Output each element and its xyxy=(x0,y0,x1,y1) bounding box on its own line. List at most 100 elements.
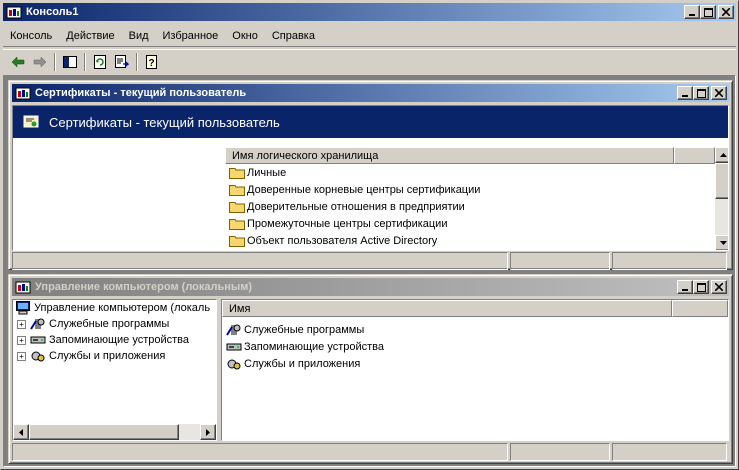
list-item[interactable]: Личные xyxy=(225,164,715,181)
list-item-label: Доверенные корневые центры сертификации xyxy=(247,183,481,196)
toolbar-separator xyxy=(136,52,138,71)
folder-icon xyxy=(229,183,245,197)
list-item-label: Личные xyxy=(247,166,287,179)
tree-item-system-tools[interactable]: + Служебные программы xyxy=(13,316,216,332)
list-item[interactable]: Доверенные корневые центры сертификации xyxy=(225,181,715,198)
cert-close-button[interactable] xyxy=(711,86,727,100)
certificate-icon xyxy=(23,114,39,130)
scroll-left-button[interactable] xyxy=(13,424,29,440)
list-item[interactable]: Запоминающие устройства xyxy=(222,338,728,355)
toolbar-separator xyxy=(54,52,56,71)
minimize-button[interactable] xyxy=(684,5,700,19)
scroll-thumb[interactable] xyxy=(715,163,728,199)
cert-window-title-bar[interactable]: Сертификаты - текущий пользователь xyxy=(12,84,729,102)
column-header-store-name[interactable]: Имя логического хранилища xyxy=(225,147,674,164)
menu-action[interactable]: Действие xyxy=(59,30,121,42)
export-list-icon xyxy=(115,54,129,68)
toolbar-separator xyxy=(84,52,86,71)
horizontal-scrollbar[interactable] xyxy=(13,424,216,440)
column-header-label: Имя логического хранилища xyxy=(232,149,379,162)
tree-root-node[interactable]: Управление компьютером (локаль xyxy=(13,300,216,316)
list-item[interactable]: Служебные программы xyxy=(222,321,728,338)
comp-window-title: Управление компьютером (локальным) xyxy=(35,281,253,293)
cert-status-bar xyxy=(12,252,729,270)
expand-plus-icon[interactable]: + xyxy=(17,319,26,329)
forward-arrow-icon xyxy=(33,55,47,68)
comp-window-title-bar[interactable]: Управление компьютером (локальным) xyxy=(12,278,729,296)
column-header-extra[interactable] xyxy=(672,300,728,317)
column-header-extra[interactable] xyxy=(674,147,715,164)
help-button[interactable]: ? xyxy=(141,52,163,72)
menu-view[interactable]: Вид xyxy=(122,30,156,42)
main-window-title: Консоль1 xyxy=(26,6,79,18)
menu-window[interactable]: Окно xyxy=(225,30,265,42)
comp-close-button[interactable] xyxy=(711,280,727,294)
scroll-up-button[interactable] xyxy=(715,147,728,163)
cert-window-title: Сертификаты - текущий пользователь xyxy=(35,87,247,99)
menu-bar: Консоль Действие Вид Избранное Окно Спра… xyxy=(3,25,736,47)
tree-item-label: Служебные программы xyxy=(49,318,170,330)
services-icon xyxy=(226,357,242,371)
export-list-button[interactable] xyxy=(111,52,133,72)
folder-icon xyxy=(229,234,245,248)
help-icon: ? xyxy=(146,54,157,69)
system-tools-icon xyxy=(226,323,242,337)
column-header-label: Имя xyxy=(229,302,251,315)
vertical-scrollbar[interactable] xyxy=(715,147,728,250)
cert-content-area: Сертификаты - текущий пользователь Имя л… xyxy=(12,105,729,251)
list-item-label: Промежуточные центры сертификации xyxy=(247,217,448,230)
list-item[interactable]: Службы и приложения xyxy=(222,355,728,372)
comp-status-bar xyxy=(12,443,729,461)
scroll-right-button[interactable] xyxy=(200,424,216,440)
scroll-down-button[interactable] xyxy=(715,235,728,250)
tree-root-label: Управление компьютером (локаль xyxy=(34,302,211,314)
cert-snapin-header: Сертификаты - текущий пользователь xyxy=(13,106,728,138)
services-icon xyxy=(30,349,46,363)
menu-console[interactable]: Консоль xyxy=(3,30,59,42)
scroll-thumb[interactable] xyxy=(29,424,179,440)
column-header-name[interactable]: Имя xyxy=(222,300,672,317)
list-item-label: Доверительные отношения в предприятии xyxy=(247,200,465,213)
status-panel xyxy=(12,443,508,461)
arrow-right-icon xyxy=(206,428,210,436)
status-panel xyxy=(12,252,508,270)
tree-item-label: Службы и приложения xyxy=(49,350,166,362)
menu-help[interactable]: Справка xyxy=(265,30,322,42)
details-list-pane: Имя Служебные программы Запоминающие уст… xyxy=(221,299,729,441)
cert-header-title: Сертификаты - текущий пользователь xyxy=(49,114,280,130)
menu-favorites[interactable]: Избранное xyxy=(156,30,226,42)
refresh-button[interactable] xyxy=(89,52,111,72)
comp-maximize-button[interactable] xyxy=(693,280,709,294)
comp-minimize-button[interactable] xyxy=(677,280,693,294)
maximize-button[interactable] xyxy=(700,5,716,19)
mmc-main-window: Консоль1 Консоль Действие Вид Избранное … xyxy=(0,0,739,470)
tree-item-storage[interactable]: + Запоминающие устройства xyxy=(13,332,216,348)
tree-item-services[interactable]: + Службы и приложения xyxy=(13,348,216,364)
show-hide-tree-button[interactable] xyxy=(59,52,81,72)
list-item[interactable]: Доверительные отношения в предприятии xyxy=(225,198,715,215)
status-panel xyxy=(510,252,610,270)
list-item-label: Службы и приложения xyxy=(244,357,361,370)
back-button[interactable] xyxy=(7,52,29,72)
arrow-up-icon xyxy=(719,153,727,157)
toolbar: ? xyxy=(3,49,736,73)
mmc-console-icon xyxy=(15,279,31,295)
main-title-bar[interactable]: Консоль1 xyxy=(3,3,736,21)
expand-plus-icon[interactable]: + xyxy=(17,335,26,345)
status-panel xyxy=(612,443,727,461)
arrow-left-icon xyxy=(19,428,23,436)
cert-minimize-button[interactable] xyxy=(677,86,693,100)
list-item-label: Запоминающие устройства xyxy=(244,340,385,353)
forward-button[interactable] xyxy=(29,52,51,72)
svg-text:?: ? xyxy=(148,58,154,69)
cert-maximize-button[interactable] xyxy=(693,86,709,100)
computer-icon xyxy=(15,301,31,315)
close-button[interactable] xyxy=(718,5,734,19)
list-item[interactable]: Промежуточные центры сертификации xyxy=(225,215,715,232)
list-item[interactable]: Объект пользователя Active Directory xyxy=(225,232,715,249)
mmc-console-icon xyxy=(15,85,31,101)
certificates-window: Сертификаты - текущий пользователь Серти… xyxy=(8,80,733,270)
expand-plus-icon[interactable]: + xyxy=(17,351,26,361)
folder-icon xyxy=(229,200,245,214)
mmc-console-icon xyxy=(6,4,22,20)
